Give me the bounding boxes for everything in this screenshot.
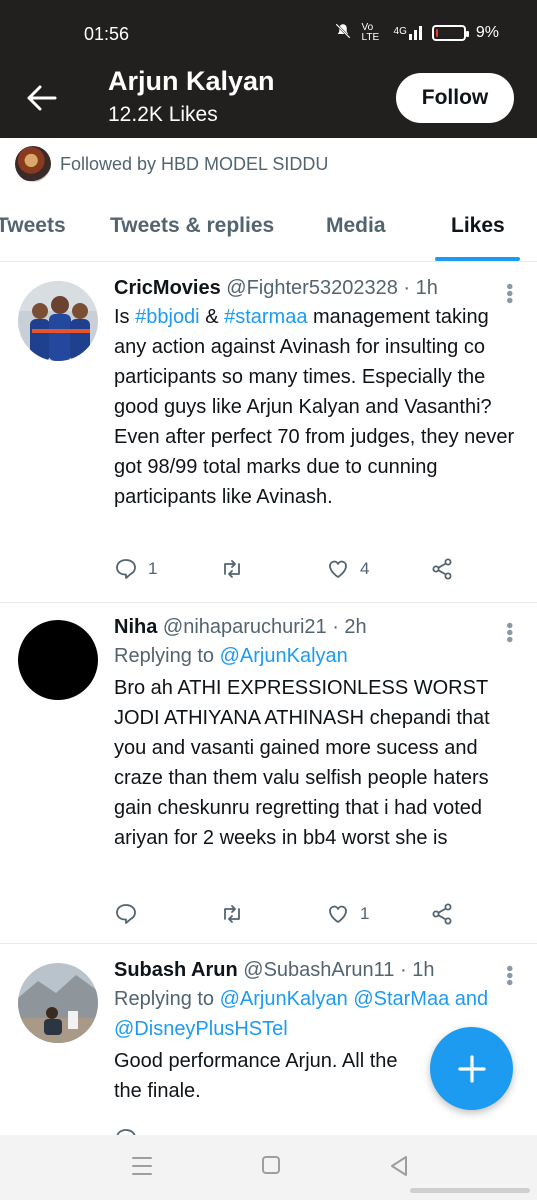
hashtag-link[interactable]: #starmaa: [224, 306, 307, 328]
status-icons: Vo LTE 4G 9%: [334, 22, 499, 43]
tweet-time: · 1h: [403, 277, 438, 299]
heart-icon: [329, 905, 347, 923]
tweet-actions: [114, 1127, 517, 1135]
profile-name: Arjun Kalyan: [108, 66, 275, 96]
heart-icon: [329, 560, 347, 578]
tweet-content: Niha @nihaparuchuri21 · 2h Replying to @…: [114, 616, 515, 853]
replying-to: Replying to @ArjunKalyan: [114, 645, 348, 667]
reply-icon: [116, 904, 136, 924]
mute-icon: [334, 22, 352, 43]
author-handle[interactable]: @Fighter53202328: [226, 277, 398, 299]
avatar[interactable]: [18, 963, 98, 1043]
share-icon: [432, 903, 452, 925]
tweet-actions: 1: [114, 902, 517, 930]
mention-link[interactable]: @DisneyPlusHSTel: [114, 1018, 288, 1040]
reply-button[interactable]: [114, 1127, 138, 1135]
volte-label: Vo LTE: [361, 21, 380, 43]
compose-tweet-button[interactable]: [430, 1027, 513, 1110]
author-name[interactable]: Niha: [114, 616, 157, 638]
battery-icon: [431, 24, 469, 41]
like-count: 1: [360, 904, 370, 923]
plus-icon: [457, 1054, 486, 1083]
reply-icon: [116, 1129, 136, 1135]
battery-percent: 9%: [475, 23, 499, 41]
like-button[interactable]: 1: [326, 902, 369, 926]
profile-tabs: Tweets Tweets & replies Media Likes: [0, 196, 537, 262]
reply-button[interactable]: [114, 902, 148, 926]
tweet-header: Subash Arun @SubashArun11 · 1h: [114, 959, 515, 982]
reply-button[interactable]: 1: [114, 557, 157, 581]
profile-header: 01:56 Vo LTE 4G 9% Arjun Kalyan 12.2K Li…: [0, 0, 537, 138]
tab-tweets-replies[interactable]: Tweets & replies: [110, 214, 274, 238]
tab-likes[interactable]: Likes: [451, 214, 505, 238]
avatar[interactable]: [18, 620, 98, 700]
follow-button[interactable]: Follow: [396, 73, 514, 123]
tweet-actions: 1 4: [114, 557, 517, 585]
retweet-button[interactable]: [220, 902, 254, 926]
status-time: 01:56: [84, 24, 130, 44]
signal-icon: 4G: [394, 25, 422, 40]
profile-title-block: Arjun Kalyan 12.2K Likes: [108, 66, 275, 127]
reply-icon: [116, 559, 136, 579]
likes-count: 12.2K Likes: [108, 103, 218, 126]
author-name[interactable]: CricMovies: [114, 277, 221, 299]
more-options-icon[interactable]: •••: [498, 622, 520, 643]
tweet-time: · 2h: [332, 616, 367, 638]
share-icon: [432, 558, 452, 580]
tweet-text: Bro ah ATHI EXPRESSIONLESS WORST JODI AT…: [114, 677, 490, 849]
retweet-button[interactable]: [220, 557, 254, 581]
mention-link[interactable]: @ArjunKalyan @StarMaa: [220, 988, 450, 1010]
followed-by-row[interactable]: Followed by HBD MODEL SIDDU: [0, 138, 537, 190]
retweet-icon: [224, 560, 240, 578]
menu-icon[interactable]: [132, 1155, 152, 1182]
share-button[interactable]: [430, 557, 454, 581]
tweet-header: Niha @nihaparuchuri21 · 2h: [114, 616, 515, 639]
tweet-text: Is #bbjodi & #starmaa management taking …: [114, 306, 515, 508]
author-handle[interactable]: @SubashArun11: [243, 959, 394, 981]
author-name[interactable]: Subash Arun: [114, 959, 238, 981]
home-square-icon[interactable]: [261, 1155, 281, 1180]
like-button[interactable]: 4: [326, 557, 369, 581]
more-options-icon[interactable]: •••: [498, 283, 520, 304]
gesture-pill: [410, 1188, 530, 1193]
like-count: 4: [360, 559, 370, 578]
tweet[interactable]: Niha @nihaparuchuri21 · 2h Replying to @…: [0, 604, 537, 944]
tweet[interactable]: CricMovies @Fighter53202328 · 1h Is #bbj…: [0, 263, 537, 603]
back-arrow-icon[interactable]: [24, 80, 60, 116]
tab-tweets[interactable]: Tweets: [0, 214, 66, 238]
followed-by-text: Followed by HBD MODEL SIDDU: [60, 153, 329, 174]
share-button[interactable]: [430, 902, 454, 926]
follower-avatar: [15, 146, 51, 182]
more-options-icon[interactable]: •••: [498, 965, 520, 986]
author-handle[interactable]: @nihaparuchuri21: [163, 616, 327, 638]
tweet-time: · 1h: [400, 959, 435, 981]
active-tab-indicator: [435, 257, 520, 261]
mention-link[interactable]: @ArjunKalyan: [220, 645, 348, 667]
tweet-header: CricMovies @Fighter53202328 · 1h: [114, 277, 515, 300]
back-triangle-icon[interactable]: [389, 1155, 409, 1182]
tweet-content: CricMovies @Fighter53202328 · 1h Is #bbj…: [114, 277, 515, 512]
hashtag-link[interactable]: #bbjodi: [135, 306, 200, 328]
reply-count: 1: [148, 559, 158, 578]
tab-media[interactable]: Media: [326, 214, 386, 238]
status-bar: 01:56 Vo LTE 4G 9%: [0, 0, 537, 60]
avatar[interactable]: [18, 281, 98, 361]
retweet-icon: [224, 905, 240, 923]
